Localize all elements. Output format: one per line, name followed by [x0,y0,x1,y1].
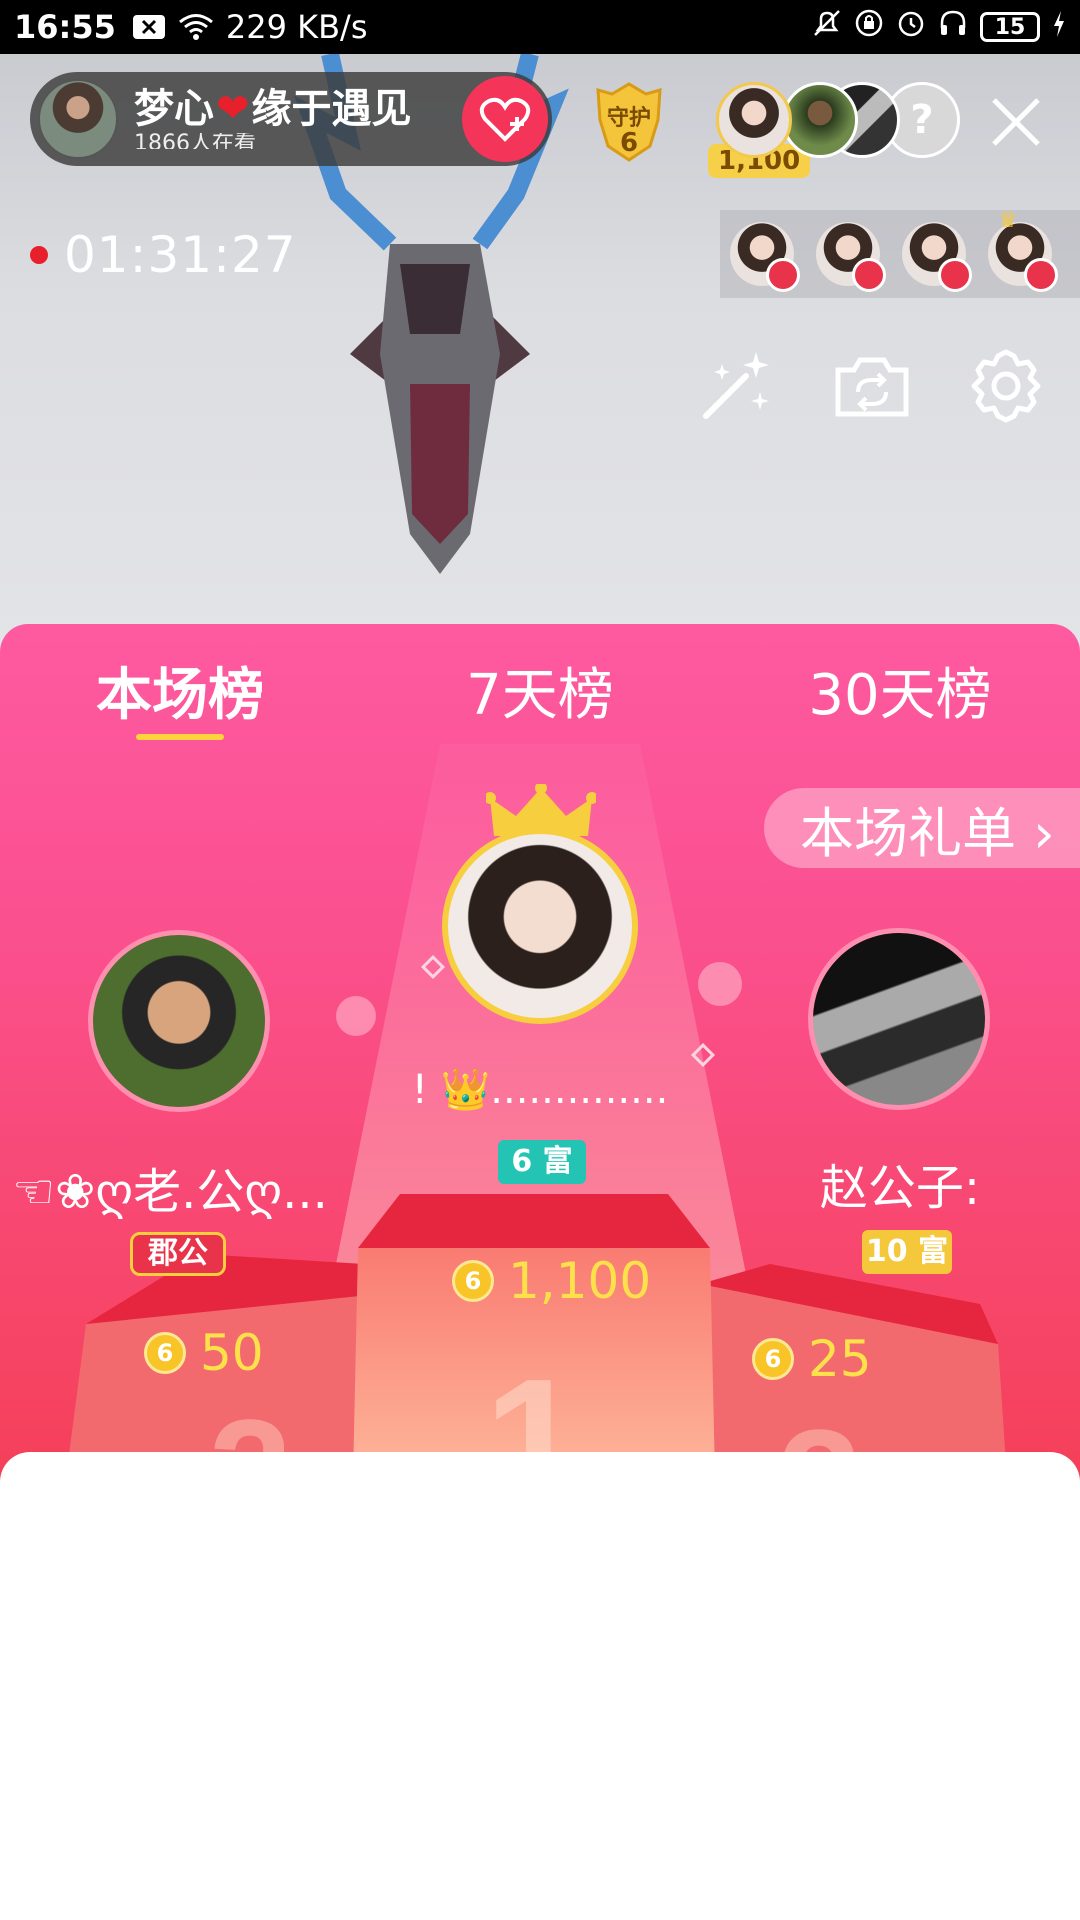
live-elapsed-time: 01:31:27 [64,226,297,284]
follow-button[interactable] [462,76,548,162]
status-time: 16:55 [14,8,116,46]
host-name: 梦心 ❤ 缘于遇见 [134,89,412,129]
host-name-part1: 梦心 [134,86,214,132]
lock-rotation-icon [854,8,884,46]
mute-bell-icon [812,8,842,46]
rank-1-wealth-badge: 6 富 [498,1140,586,1184]
rank-3-score: 6 25 [752,1330,872,1388]
close-icon[interactable] [986,92,1046,152]
switch-camera-icon[interactable] [832,346,912,426]
mic-seat[interactable] [730,222,800,292]
coin-icon: 6 [452,1260,494,1302]
sofa-icon [766,258,800,292]
mic-seat[interactable] [902,222,972,292]
rank-3-name[interactable]: 赵公子: [780,1148,1020,1218]
audience-avatars[interactable]: ? [716,82,960,158]
crown-icon: ♛ [998,208,1018,233]
mic-seat[interactable]: ♛ [988,208,1058,292]
wifi-icon [178,13,214,41]
sofa-icon [938,258,972,292]
rank-1-score: 6 1,100 [452,1252,651,1310]
guard-badge[interactable]: 守护 6 [586,80,672,166]
rank-2-avatar[interactable] [88,930,270,1112]
rank-1-score-value: 1,100 [508,1252,652,1310]
ranking-tabs: 本场榜 7天榜 30天榜 [0,650,1080,730]
alarm-icon [896,8,926,46]
rank-2-name[interactable]: ☜❀ღ老.公ღ... [0,1152,340,1222]
rank-1-name[interactable]: ! 👑.............. [400,1066,680,1113]
heart-plus-icon [479,97,531,142]
sofa-icon [1024,258,1058,292]
rank-2-score-value: 50 [200,1324,264,1382]
battery-indicator: 15 [980,12,1040,42]
headphones-icon [938,8,968,46]
notification-x-icon [132,14,166,40]
ranking-list-panel [0,1452,1080,1920]
ranking-sheet: 1 2 3 本场榜 7天榜 30天榜 本场礼单 › ! 👑...........… [0,624,1080,1524]
tab-30-days[interactable]: 30天榜 [790,650,1010,731]
host-avatar[interactable] [38,79,118,159]
mic-seat-row: ♛ [720,208,1080,298]
rank-1-avatar[interactable] [442,828,638,1024]
audience-avatar[interactable] [782,82,858,158]
host-name-part2: 缘于遇见 [251,86,412,132]
active-tab-underline [136,734,224,740]
live-indicator-dot [30,246,48,264]
live-room-page: { "status_bar": { "time": "16:55", "net_… [0,0,1080,1920]
coin-icon: 6 [752,1338,794,1380]
audience-avatar[interactable] [716,82,792,158]
charging-icon [1052,8,1066,46]
rank-3-wealth-badge: 10 富 [862,1230,952,1274]
heart-icon: ❤ [216,86,250,132]
host-info-capsule[interactable]: 梦心 ❤ 缘于遇见 1866人在看 [30,72,552,166]
tab-this-session[interactable]: 本场榜 [90,650,270,731]
mic-seat[interactable] [816,222,886,292]
host-info: 梦心 ❤ 缘于遇见 1866人在看 [134,89,412,149]
status-bar: 16:55 229 KB/s 15 [0,0,1080,54]
settings-gear-icon[interactable] [966,346,1046,426]
guard-count: 6 [619,128,639,158]
tab-7-days[interactable]: 7天榜 [440,650,640,731]
gift-list-button[interactable]: 本场礼单 › [764,788,1080,868]
rank-2-noble-badge: 郡公 [130,1232,226,1276]
network-speed: 229 KB/s [225,8,368,46]
beauty-wand-icon[interactable] [696,346,776,426]
rank-2-score: 6 50 [144,1324,264,1382]
host-viewer-count: 1866人在看 [134,133,256,149]
coin-icon: 6 [144,1332,186,1374]
rank-3-avatar[interactable] [808,928,990,1110]
sofa-icon [852,258,886,292]
rank-3-score-value: 25 [808,1330,872,1388]
